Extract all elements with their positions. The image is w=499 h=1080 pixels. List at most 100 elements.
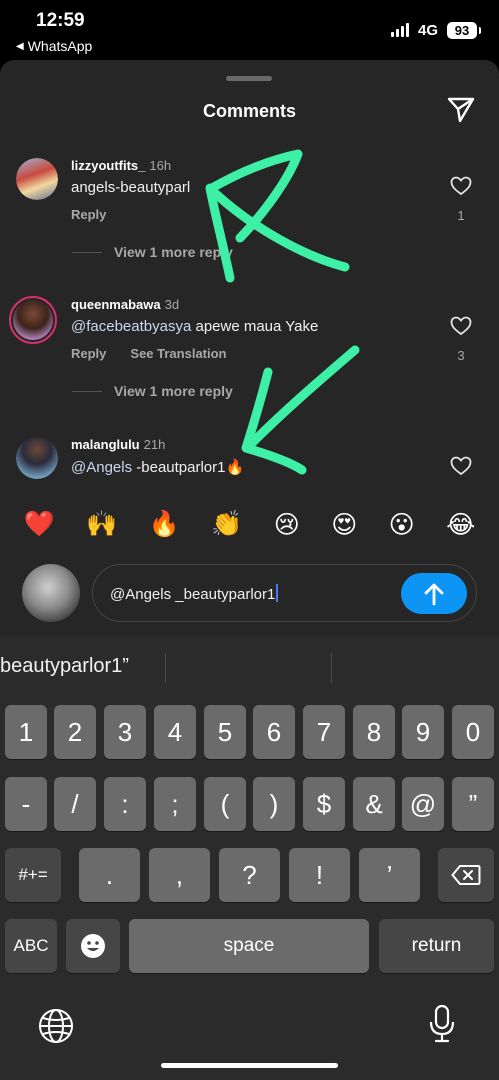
reply-button[interactable]: Reply	[71, 207, 106, 222]
key-at[interactable]: @	[402, 777, 444, 831]
key-close-paren[interactable]: )	[253, 777, 295, 831]
key-exclamation[interactable]: !	[289, 848, 350, 902]
arrow-up-icon	[424, 583, 444, 605]
view-more-replies[interactable]: View 1 more reply	[72, 244, 233, 260]
view-more-replies[interactable]: View 1 more reply	[72, 383, 233, 399]
comment-username[interactable]: malanglulu	[71, 437, 140, 452]
status-bar: 12:59 ◀ WhatsApp 4G 93	[0, 0, 499, 60]
comment-username[interactable]: lizzyoutfits_	[71, 158, 145, 173]
comment-meta: queenmabawa 3d	[71, 297, 179, 312]
key-open-paren[interactable]: (	[204, 777, 246, 831]
comment-actions: Reply See Translation	[71, 346, 227, 361]
back-triangle-icon: ◀	[16, 40, 24, 52]
suggestion-item[interactable]: beautyparlor1”	[0, 655, 129, 678]
comment-mention[interactable]: @Angels	[71, 459, 132, 476]
key-comma[interactable]: ,	[149, 848, 210, 902]
key-0[interactable]: 0	[452, 705, 494, 759]
comment-body: -beautparlor1🔥	[132, 459, 245, 476]
comment-time: 3d	[164, 297, 180, 312]
comment-input-text: @Angels _beautyparlor1	[110, 584, 279, 603]
sheet-title: Comments	[202, 101, 296, 121]
comment-input-value: @Angels _beautyparlor1	[110, 586, 276, 603]
microphone-icon[interactable]	[428, 1004, 456, 1044]
view-more-label: View 1 more reply	[114, 383, 233, 399]
comment-username[interactable]: queenmabawa	[71, 297, 161, 312]
like-heart-icon[interactable]	[450, 456, 472, 476]
comments-sheet: Comments lizzyoutfits_ 16h angels-beautyp…	[0, 60, 499, 635]
predictive-bar: beautyparlor1”	[0, 649, 499, 685]
key-space[interactable]: space	[129, 919, 369, 973]
share-send-icon[interactable]	[446, 96, 476, 124]
post-comment-button[interactable]	[401, 573, 467, 614]
key-period[interactable]: .	[79, 848, 140, 902]
network-type: 4G	[418, 22, 439, 39]
back-to-app-link[interactable]: ◀ WhatsApp	[16, 38, 92, 54]
backspace-icon	[451, 865, 481, 885]
sheet-drag-handle[interactable]	[226, 76, 272, 81]
key-apostrophe[interactable]: ’	[359, 848, 420, 902]
key-ampersand[interactable]: &	[353, 777, 395, 831]
avatar[interactable]	[9, 296, 57, 344]
key-emoji[interactable]	[66, 919, 120, 973]
key-3[interactable]: 3	[104, 705, 146, 759]
key-semicolon[interactable]: ;	[154, 777, 196, 831]
emoji-surprised-button[interactable]: 😮	[389, 510, 415, 540]
key-question[interactable]: ?	[219, 848, 280, 902]
key-symbols[interactable]: #+=	[5, 848, 61, 902]
key-9[interactable]: 9	[402, 705, 444, 759]
comment-text: angels-beautyparl	[71, 179, 191, 196]
key-6[interactable]: 6	[253, 705, 295, 759]
key-2[interactable]: 2	[54, 705, 96, 759]
comment-actions: Reply	[71, 207, 106, 222]
comment-mention[interactable]: @facebeatbyasya	[71, 318, 191, 335]
emoji-cry-button[interactable]: 😢	[274, 510, 300, 540]
see-translation-button[interactable]: See Translation	[130, 346, 226, 361]
key-colon[interactable]: :	[104, 777, 146, 831]
comment-body: apewe maua Yake	[191, 318, 319, 335]
battery-icon: 93	[447, 22, 481, 39]
key-5[interactable]: 5	[204, 705, 246, 759]
view-more-label: View 1 more reply	[114, 244, 233, 260]
key-abc[interactable]: ABC	[5, 919, 57, 973]
signal-bars-icon	[391, 23, 409, 37]
key-dash[interactable]: -	[5, 777, 47, 831]
key-dollar[interactable]: $	[303, 777, 345, 831]
my-avatar	[22, 564, 80, 622]
back-app-label: WhatsApp	[27, 38, 93, 54]
like-count: 1	[457, 208, 465, 223]
comment-meta: malanglulu 21h	[71, 437, 165, 452]
like-heart-icon[interactable]	[450, 176, 472, 196]
key-slash[interactable]: /	[54, 777, 96, 831]
comment-time: 16h	[149, 158, 172, 173]
like-heart-icon[interactable]	[450, 316, 472, 336]
emoji-laugh-button[interactable]: 😂	[446, 510, 475, 540]
key-8[interactable]: 8	[353, 705, 395, 759]
emoji-raised-hands-button[interactable]: 🙌	[86, 510, 117, 539]
emoji-fire-button[interactable]: 🔥	[149, 510, 180, 539]
comment-text: @facebeatbyasya apewe maua Yake	[71, 318, 318, 335]
comment-meta: lizzyoutfits_ 16h	[71, 158, 171, 173]
avatar[interactable]	[16, 437, 58, 479]
emoji-heart-button[interactable]: ❤️	[24, 510, 55, 539]
emoji-face-icon	[81, 934, 105, 958]
comment-time: 21h	[143, 437, 166, 452]
reply-button[interactable]: Reply	[71, 346, 106, 361]
comment-composer: @Angels _beautyparlor1	[0, 555, 499, 630]
comment-input[interactable]: @Angels _beautyparlor1	[92, 564, 477, 622]
like-count: 3	[457, 348, 465, 363]
emoji-quick-bar: ❤️ 🙌 🔥 👏 😢 😍 😮 😂	[0, 507, 499, 542]
home-indicator[interactable]	[161, 1063, 338, 1068]
key-7[interactable]: 7	[303, 705, 345, 759]
key-backspace[interactable]	[438, 848, 494, 902]
emoji-clap-button[interactable]: 👏	[211, 510, 242, 539]
key-quote[interactable]: ”	[452, 777, 494, 831]
key-4[interactable]: 4	[154, 705, 196, 759]
comment-text: @Angels -beautparlor1🔥	[71, 458, 244, 476]
key-1[interactable]: 1	[5, 705, 47, 759]
globe-icon[interactable]	[38, 1008, 74, 1044]
emoji-heart-eyes-button[interactable]: 😍	[331, 510, 357, 540]
key-return[interactable]: return	[379, 919, 494, 973]
keyboard: beautyparlor1” 1 2 3 4 5 6 7 8 9 0 - / :…	[0, 635, 499, 1080]
status-time: 12:59	[36, 10, 85, 31]
avatar[interactable]	[16, 158, 58, 200]
